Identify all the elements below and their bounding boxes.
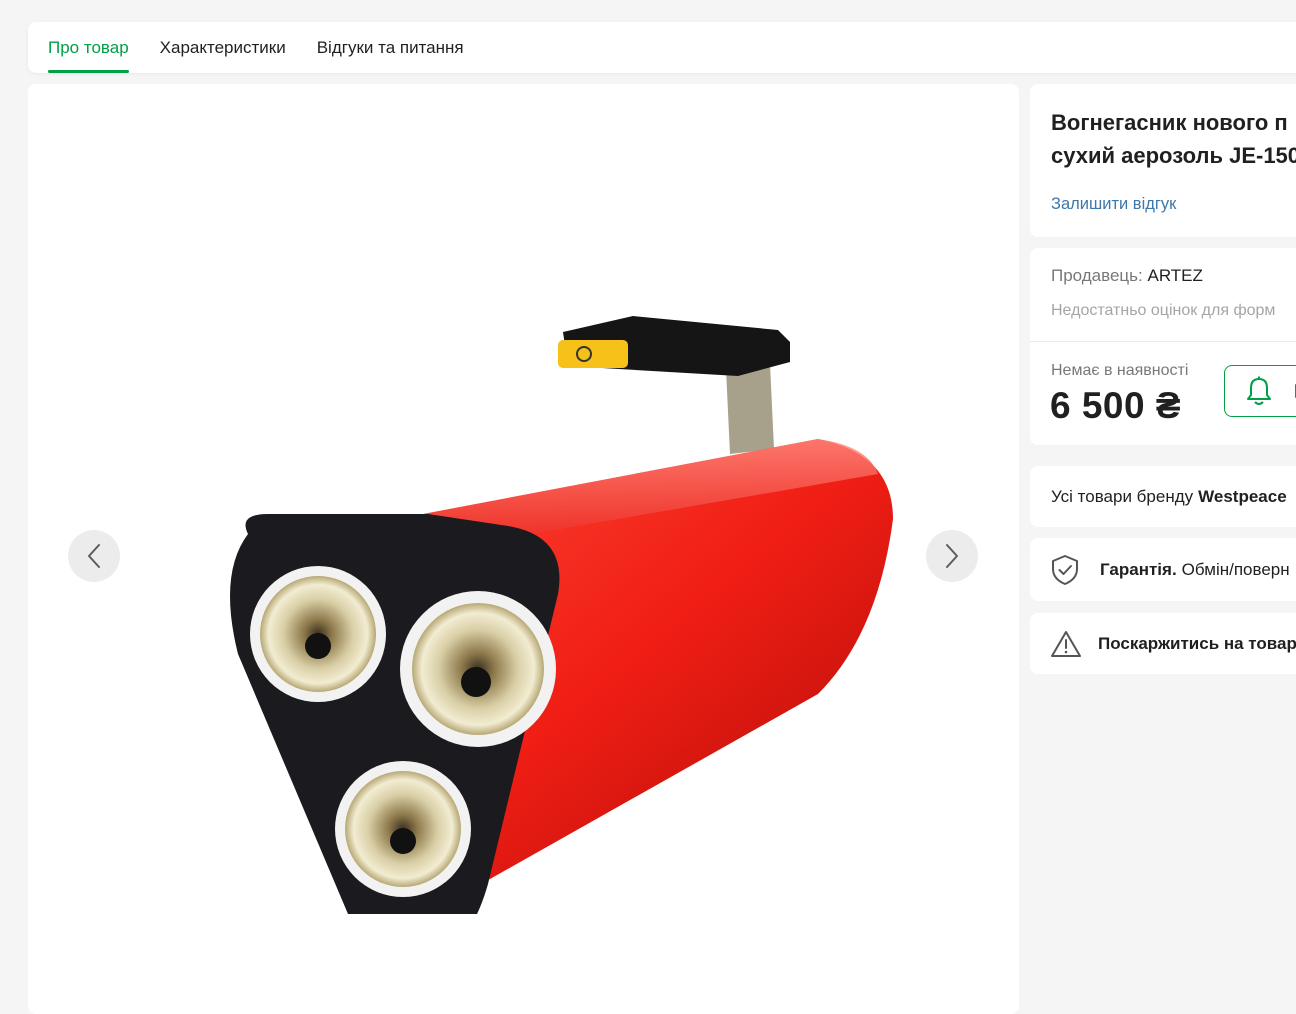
product-image[interactable] (178, 214, 898, 914)
seller-price-card: Продавець: ARTEZ Недостатньо оцінок для … (1030, 248, 1296, 445)
leave-review-link[interactable]: Залишити відгук (1051, 195, 1176, 214)
complain-card[interactable]: Поскаржитись на товар (1030, 613, 1296, 674)
seller-rating-note: Недостатньо оцінок для форм (1051, 302, 1276, 319)
tab-characteristics[interactable]: Характеристики (160, 22, 286, 73)
complain-text: Поскаржитись на товар (1098, 633, 1296, 653)
tab-reviews[interactable]: Відгуки та питання (317, 22, 464, 73)
product-price: 6 500 ₴ (1050, 385, 1182, 426)
product-title-line-1: Вогнегасник нового п (1051, 110, 1288, 135)
brand-prefix: Усі товари бренду (1051, 486, 1194, 506)
tab-about[interactable]: Про товар (48, 22, 129, 73)
brand-link-card[interactable]: Усі товари бренду Westpeace (1030, 466, 1296, 527)
divider (1030, 341, 1296, 342)
warranty-card[interactable]: Гарантія. Обмін/поверн (1030, 538, 1296, 601)
gallery-prev-button[interactable] (68, 530, 120, 582)
stock-status: Немає в наявності (1051, 362, 1189, 379)
brand-name: Westpeace (1198, 486, 1287, 506)
warranty-text: Обмін/поверн (1181, 559, 1290, 579)
product-gallery (28, 84, 1019, 1014)
gallery-next-button[interactable] (926, 530, 978, 582)
chevron-right-icon (946, 544, 958, 568)
product-tabs: Про товар Характеристики Відгуки та пита… (28, 22, 1296, 73)
seller-info: Продавець: ARTEZ (1051, 266, 1203, 286)
bell-icon (1247, 376, 1271, 405)
chevron-left-icon (88, 544, 100, 568)
warranty-label: Гарантія. (1100, 559, 1177, 579)
seller-name[interactable]: ARTEZ (1147, 266, 1202, 285)
warning-icon (1051, 630, 1081, 657)
seller-label: Продавець: (1051, 266, 1143, 285)
shield-check-icon (1052, 554, 1078, 585)
notify-availability-button[interactable] (1224, 365, 1296, 417)
product-title-card: Вогнегасник нового п сухий аерозоль JE-1… (1030, 84, 1296, 237)
product-title: Вогнегасник нового п сухий аерозоль JE-1… (1051, 106, 1296, 172)
product-title-line-2: сухий аерозоль JE-150 (1051, 143, 1296, 168)
